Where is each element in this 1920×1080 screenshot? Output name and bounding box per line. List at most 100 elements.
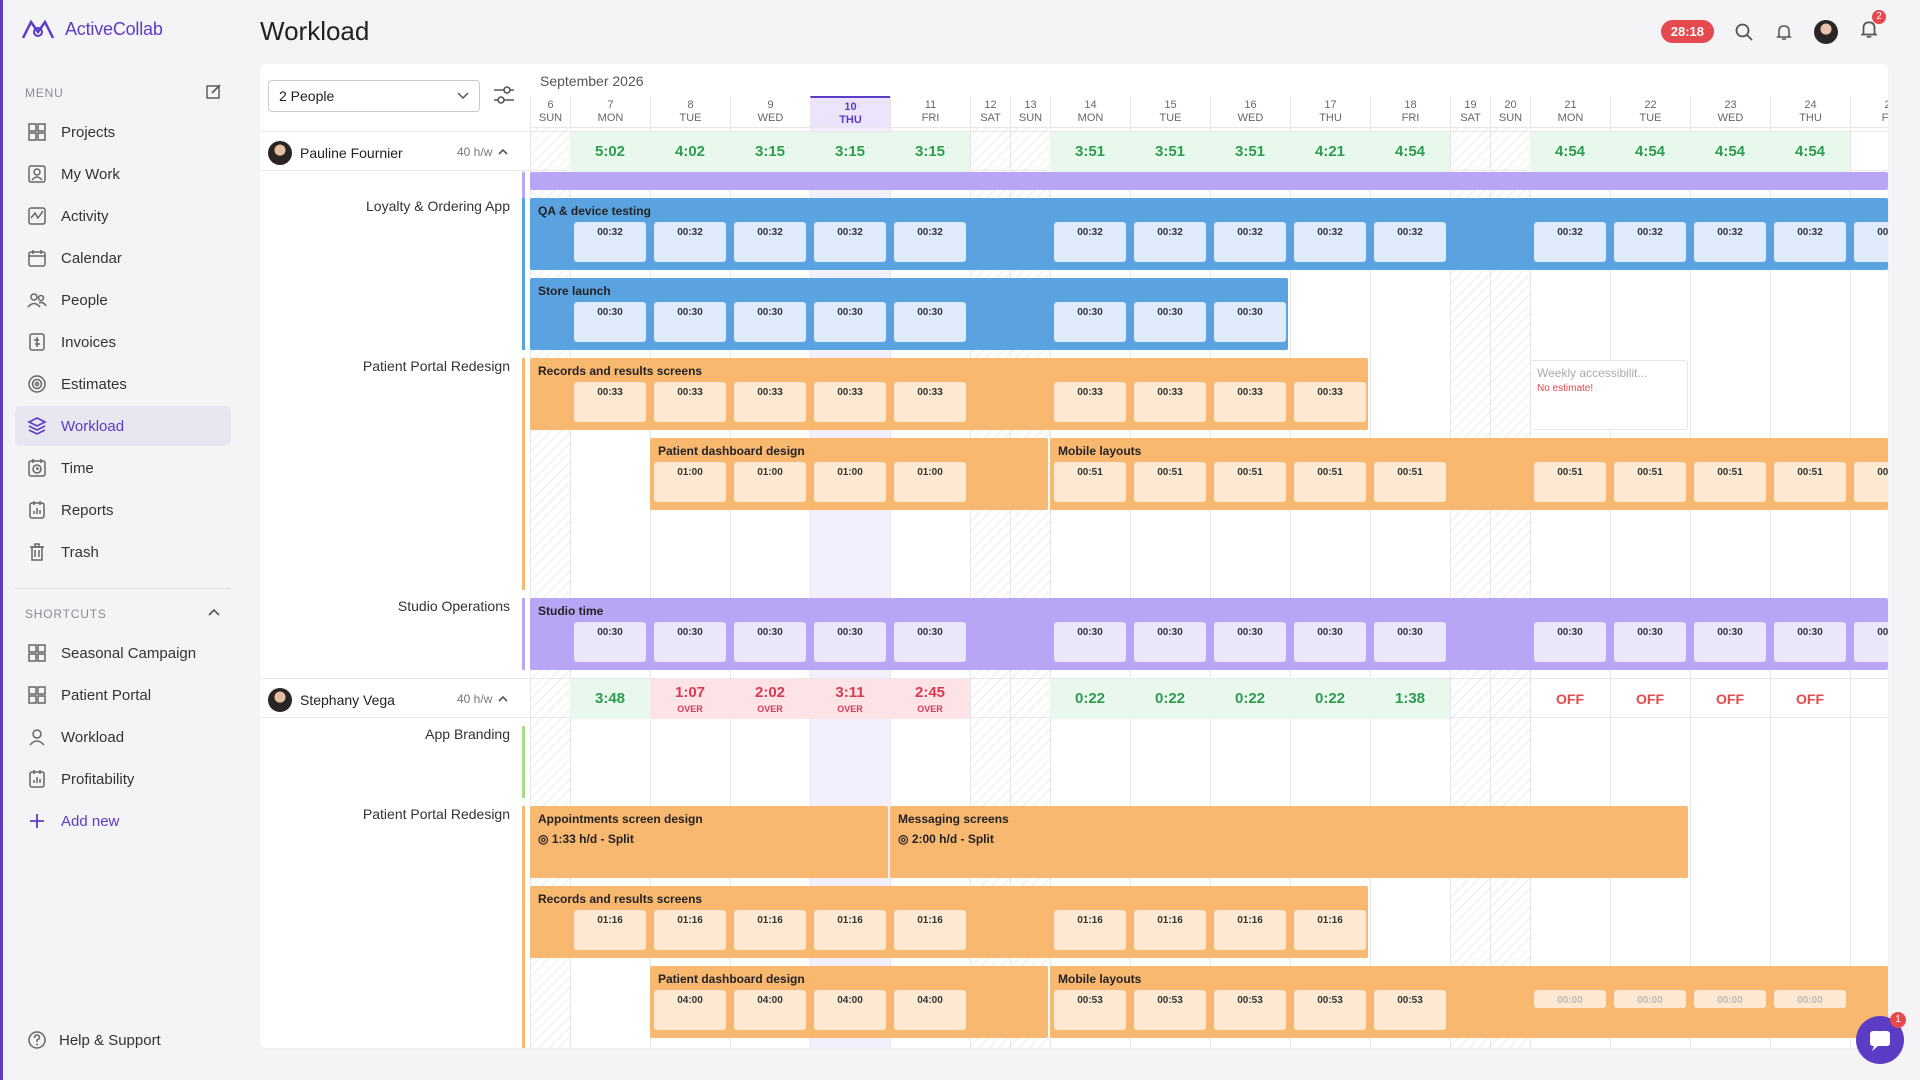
- time-chip[interactable]: 00:33: [734, 382, 806, 422]
- task-messaging-screens[interactable]: Messaging screens ◎ 2:00 h/d - Split: [890, 806, 1688, 878]
- person-row-stephany[interactable]: Stephany Vega 40 h/w 3:48 1:07 OVER 2:02 OVE…: [260, 678, 1888, 719]
- daily-total[interactable]: 4:54: [1770, 132, 1850, 172]
- sidebar-item-activity[interactable]: Activity: [15, 196, 231, 236]
- daily-total[interactable]: 3:11 OVER: [810, 679, 890, 719]
- time-chip[interactable]: 00:30: [814, 622, 886, 662]
- time-chip[interactable]: 00:30: [1134, 622, 1206, 662]
- time-chip[interactable]: 01:16: [894, 910, 966, 950]
- sidebar-item-estimates[interactable]: Estimates: [15, 364, 231, 404]
- daily-total[interactable]: OFF: [1610, 679, 1690, 719]
- time-chip-empty[interactable]: 00:00: [1694, 990, 1766, 1008]
- daily-total[interactable]: 5:02: [570, 132, 650, 172]
- time-chip[interactable]: 00:32: [1294, 222, 1366, 262]
- time-chip[interactable]: 00:32: [1614, 222, 1686, 262]
- time-chip[interactable]: 00:30: [1534, 622, 1606, 662]
- time-chip[interactable]: 00:33: [814, 382, 886, 422]
- time-chip[interactable]: 00:30: [1054, 622, 1126, 662]
- time-chip[interactable]: 00:51: [1054, 462, 1126, 502]
- daily-total[interactable]: 0:22: [1130, 679, 1210, 719]
- time-chip[interactable]: 01:16: [1134, 910, 1206, 950]
- daily-total[interactable]: 1:07 OVER: [650, 679, 730, 719]
- time-chip[interactable]: 00:51: [1854, 462, 1888, 502]
- sidebar-item-trash[interactable]: Trash: [15, 532, 231, 572]
- time-chip[interactable]: 00:32: [814, 222, 886, 262]
- task-appointments-screen[interactable]: Appointments screen design ◎ 1:33 h/d - …: [530, 806, 888, 878]
- daily-total[interactable]: 0:22: [1210, 679, 1290, 719]
- time-chip-empty[interactable]: 00:00: [1534, 990, 1606, 1008]
- time-chip[interactable]: 00:33: [894, 382, 966, 422]
- time-chip[interactable]: 00:32: [574, 222, 646, 262]
- time-chip[interactable]: 00:51: [1774, 462, 1846, 502]
- time-chip[interactable]: 00:30: [1614, 622, 1686, 662]
- task-records-results-2[interactable]: Records and results screens 01:16 01:16 01…: [530, 886, 1368, 958]
- daily-total[interactable]: 4:21: [1290, 132, 1370, 172]
- sidebar-item-time[interactable]: Time: [15, 448, 231, 488]
- time-chip[interactable]: 00:32: [1054, 222, 1126, 262]
- search-icon[interactable]: [1734, 22, 1754, 42]
- edit-icon[interactable]: [206, 83, 222, 99]
- sidebar-item-invoices[interactable]: Invoices: [15, 322, 231, 362]
- shortcut-workload[interactable]: Workload: [15, 717, 231, 757]
- daily-total[interactable]: 3:15: [810, 132, 890, 172]
- daily-total[interactable]: 0:22: [1290, 679, 1370, 719]
- sidebar-item-reports[interactable]: Reports: [15, 490, 231, 530]
- daily-total[interactable]: 4:54: [1530, 132, 1610, 172]
- time-chip[interactable]: 00:30: [1214, 302, 1286, 342]
- time-chip[interactable]: 00:51: [1214, 462, 1286, 502]
- time-chip[interactable]: 01:16: [574, 910, 646, 950]
- add-new-shortcut[interactable]: Add new: [15, 801, 231, 841]
- time-chip[interactable]: 00:33: [1134, 382, 1206, 422]
- time-chip[interactable]: 00:33: [654, 382, 726, 422]
- time-chip[interactable]: 00:30: [734, 622, 806, 662]
- time-chip[interactable]: 00:32: [1534, 222, 1606, 262]
- time-chip[interactable]: 00:51: [1134, 462, 1206, 502]
- time-chip[interactable]: 00:51: [1294, 462, 1366, 502]
- daily-total[interactable]: 3:15: [890, 132, 970, 172]
- time-chip[interactable]: 00:30: [574, 622, 646, 662]
- time-chip[interactable]: 01:00: [894, 462, 966, 502]
- time-chip[interactable]: 00:33: [574, 382, 646, 422]
- daily-total[interactable]: 4:54: [1610, 132, 1690, 172]
- notifications[interactable]: 2: [1858, 10, 1886, 45]
- person-row-pauline[interactable]: Pauline Fournier 40 h/w 5:02 4:02 3:15 3:15…: [260, 131, 1888, 172]
- time-chip[interactable]: 00:53: [1214, 990, 1286, 1030]
- daily-total[interactable]: OFF: [1770, 679, 1850, 719]
- time-chip[interactable]: 00:32: [894, 222, 966, 262]
- time-chip[interactable]: 00:30: [1054, 302, 1126, 342]
- daily-total[interactable]: 0:22: [1050, 679, 1130, 719]
- time-chip[interactable]: 00:30: [894, 302, 966, 342]
- time-chip[interactable]: 00:32: [1214, 222, 1286, 262]
- time-chip[interactable]: 00:33: [1214, 382, 1286, 422]
- sidebar-item-people[interactable]: People: [15, 280, 231, 320]
- time-chip[interactable]: 00:32: [1694, 222, 1766, 262]
- task-patient-dashboard[interactable]: Patient dashboard design 01:00 01:00 01:00…: [650, 438, 1048, 510]
- time-chip[interactable]: 00:30: [814, 302, 886, 342]
- daily-total[interactable]: OFF: [1530, 679, 1610, 719]
- task-store-launch[interactable]: Store launch 00:30 00:30 00:30 00:30 00:30 00…: [530, 278, 1288, 350]
- sidebar-item-workload[interactable]: Workload: [15, 406, 231, 446]
- daily-total[interactable]: 3:48: [570, 679, 650, 719]
- time-chip[interactable]: 00:30: [1774, 622, 1846, 662]
- time-chip[interactable]: 00:33: [1294, 382, 1366, 422]
- time-chip[interactable]: 00:30: [1134, 302, 1206, 342]
- shortcut-seasonal-campaign[interactable]: Seasonal Campaign: [15, 633, 231, 673]
- daily-total[interactable]: 2:45 OVER: [890, 679, 970, 719]
- time-chip-empty[interactable]: 00:00: [1774, 990, 1846, 1008]
- time-chip[interactable]: 00:53: [1374, 990, 1446, 1030]
- daily-total[interactable]: 3:15: [730, 132, 810, 172]
- time-chip[interactable]: 01:00: [734, 462, 806, 502]
- time-chip[interactable]: 00:51: [1534, 462, 1606, 502]
- chevron-up-icon[interactable]: [498, 695, 508, 703]
- timer-badge[interactable]: 28:18: [1660, 20, 1714, 43]
- time-chip[interactable]: 01:16: [1054, 910, 1126, 950]
- task-studio-time[interactable]: Studio time 00:30 00:30 00:30 00:30 00:30 00:…: [530, 598, 1888, 670]
- people-select[interactable]: 2 People: [268, 80, 480, 112]
- sidebar-item-my-work[interactable]: My Work: [15, 154, 231, 194]
- task-qa-device-testing[interactable]: QA & device testing 00:32 00:32 00:32 00:32…: [530, 198, 1888, 270]
- time-chip[interactable]: 00:51: [1694, 462, 1766, 502]
- time-chip[interactable]: 00:33: [1054, 382, 1126, 422]
- filter-settings-icon[interactable]: [492, 84, 516, 106]
- chevron-up-icon[interactable]: [208, 607, 220, 617]
- time-chip[interactable]: 00:51: [1614, 462, 1686, 502]
- user-avatar[interactable]: [1814, 19, 1838, 44]
